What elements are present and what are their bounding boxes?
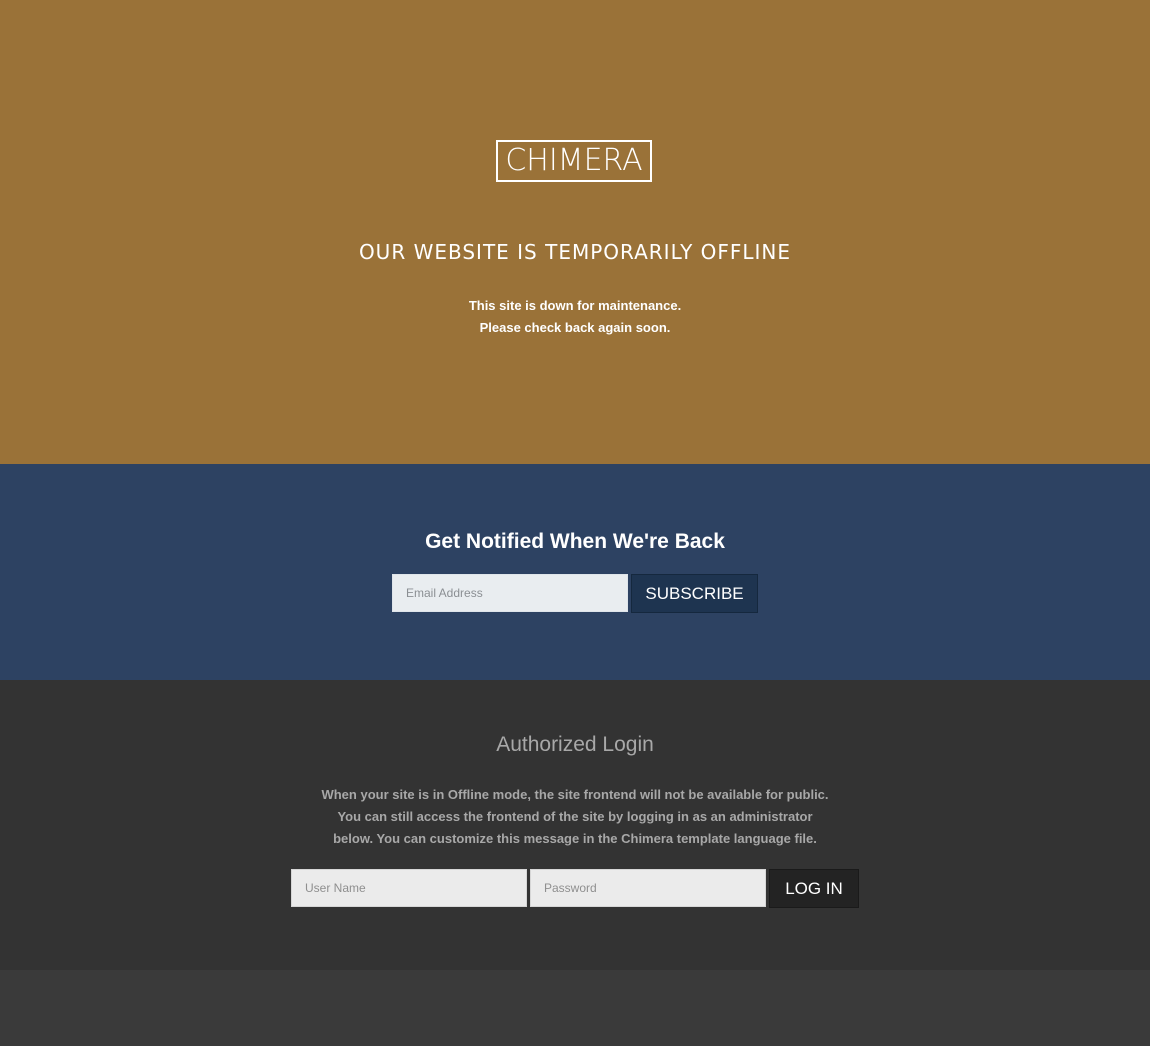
- site-logo: CHIMERA: [496, 140, 652, 182]
- login-description: When your site is in Offline mode, the s…: [321, 787, 829, 846]
- notify-section: [0, 464, 1150, 680]
- check-back-message: Please check back again soon.: [479, 320, 671, 335]
- page-footer: [0, 970, 1150, 1046]
- subscribe-button[interactable]: SUBSCRIBE: [631, 574, 758, 613]
- password-input[interactable]: [530, 869, 766, 907]
- login-title: Authorized Login: [496, 733, 654, 756]
- username-input[interactable]: [291, 869, 527, 907]
- offline-headline: OUR WEBSITE IS TEMPORARILY OFFLINE: [358, 240, 792, 264]
- hero-section: [0, 0, 1150, 464]
- login-button[interactable]: LOG IN: [769, 869, 859, 908]
- email-input[interactable]: [392, 574, 628, 612]
- maintenance-message: This site is down for maintenance.: [468, 298, 682, 313]
- notify-title: Get Notified When We're Back: [425, 530, 725, 553]
